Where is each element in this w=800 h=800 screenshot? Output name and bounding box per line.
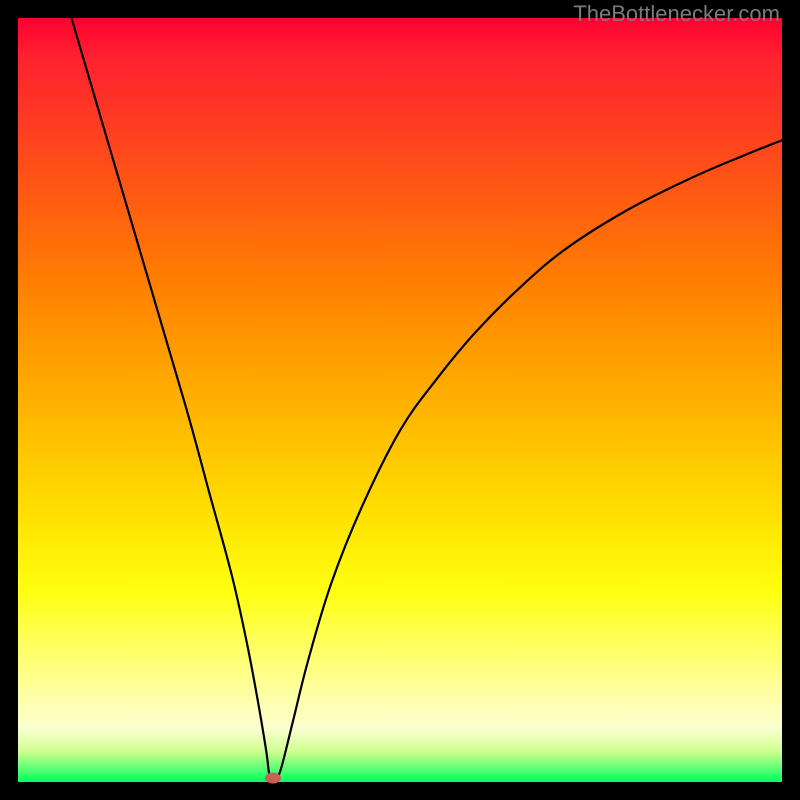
attribution-label: TheBottlenecker.com — [573, 1, 780, 27]
optimum-marker — [265, 773, 281, 784]
curve-svg — [18, 18, 782, 782]
plot-area — [18, 18, 782, 782]
chart-container: TheBottlenecker.com — [0, 0, 800, 800]
bottleneck-curve — [71, 18, 782, 781]
